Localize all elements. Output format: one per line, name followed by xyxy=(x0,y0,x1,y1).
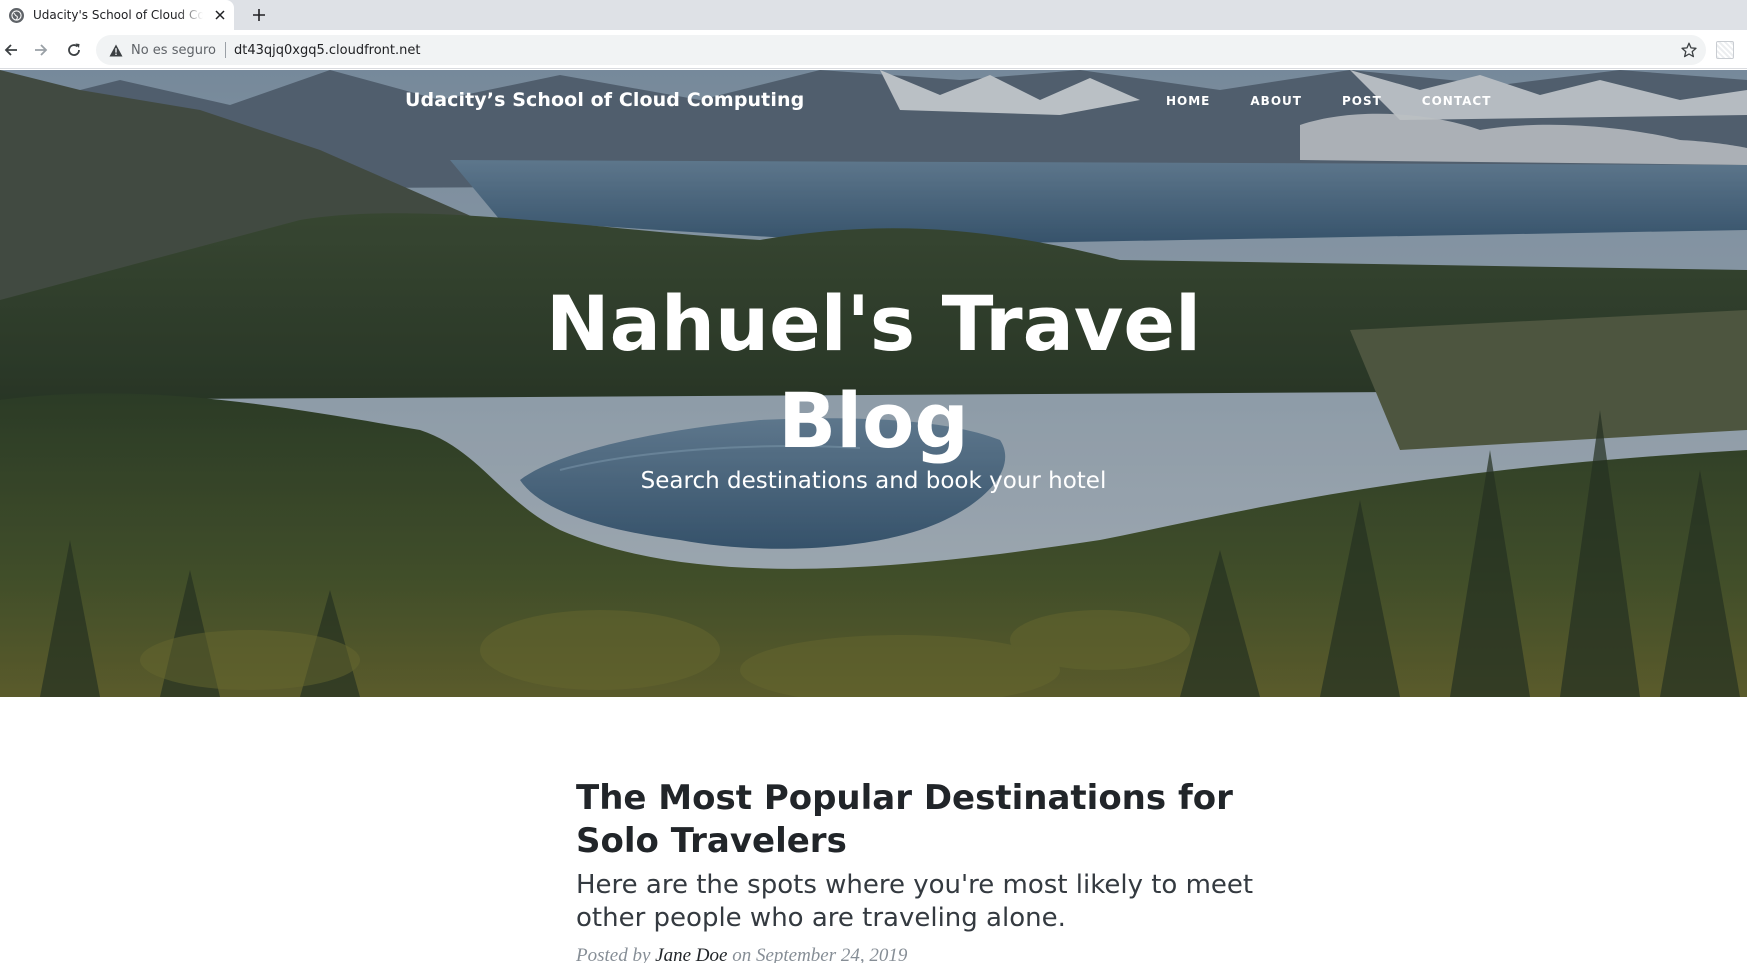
browser-tab[interactable]: Udacity's School of Cloud Computing xyxy=(0,0,234,30)
close-icon[interactable] xyxy=(212,7,228,23)
extension-icon[interactable] xyxy=(1716,41,1734,59)
browser-toolbar: No es seguro dt43qjq0xgq5.cloudfront.net xyxy=(0,30,1747,69)
main-nav: HOME ABOUT POST CONTACT xyxy=(1160,94,1511,108)
post-preview[interactable]: The Most Popular Destinations for Solo T… xyxy=(576,777,1316,963)
nav-link-post[interactable]: POST xyxy=(1322,94,1402,108)
post-meta-on: on xyxy=(732,945,752,963)
hero-title-line-2: Blog xyxy=(778,376,969,465)
arrow-right-icon[interactable] xyxy=(30,39,52,61)
arrow-left-icon[interactable] xyxy=(0,39,22,61)
post-meta: Posted by Jane Doe on September 24, 2019 xyxy=(576,945,1316,963)
warning-icon[interactable] xyxy=(108,42,124,58)
security-label[interactable]: No es seguro xyxy=(131,43,216,58)
hero-subtitle: Search destinations and book your hotel xyxy=(640,468,1107,494)
tab-title: Udacity's School of Cloud Computing xyxy=(33,8,203,22)
nav-link-home[interactable]: HOME xyxy=(1160,94,1230,108)
post-subtitle[interactable]: Here are the spots where you're most lik… xyxy=(576,869,1316,935)
nav-link-about[interactable]: ABOUT xyxy=(1230,94,1322,108)
post-author-link[interactable]: Jane Doe xyxy=(655,945,727,963)
plus-icon[interactable] xyxy=(248,4,270,26)
site-brand-link[interactable]: Udacity’s School of Cloud Computing xyxy=(405,89,804,111)
address-bar[interactable]: No es seguro dt43qjq0xgq5.cloudfront.net xyxy=(96,35,1706,65)
globe-icon xyxy=(9,7,24,23)
post-date: September 24, 2019 xyxy=(755,945,908,963)
post-meta-prefix: Posted by xyxy=(576,945,651,963)
nav-link-contact[interactable]: CONTACT xyxy=(1402,94,1512,108)
reload-icon[interactable] xyxy=(63,39,85,61)
page-viewport: Udacity’s School of Cloud Computing HOME… xyxy=(0,70,1747,963)
hero-title-line-1: Nahuel's Travel xyxy=(545,279,1202,368)
hero-title: Nahuel's Travel Blog xyxy=(0,275,1747,469)
omnibox-divider xyxy=(225,42,226,58)
post-title[interactable]: The Most Popular Destinations for Solo T… xyxy=(576,777,1316,863)
tab-strip: Udacity's School of Cloud Computing xyxy=(0,0,1747,30)
hero-header: Udacity’s School of Cloud Computing HOME… xyxy=(0,70,1747,697)
url-text[interactable]: dt43qjq0xgq5.cloudfront.net xyxy=(234,43,420,58)
star-icon[interactable] xyxy=(1680,41,1698,59)
